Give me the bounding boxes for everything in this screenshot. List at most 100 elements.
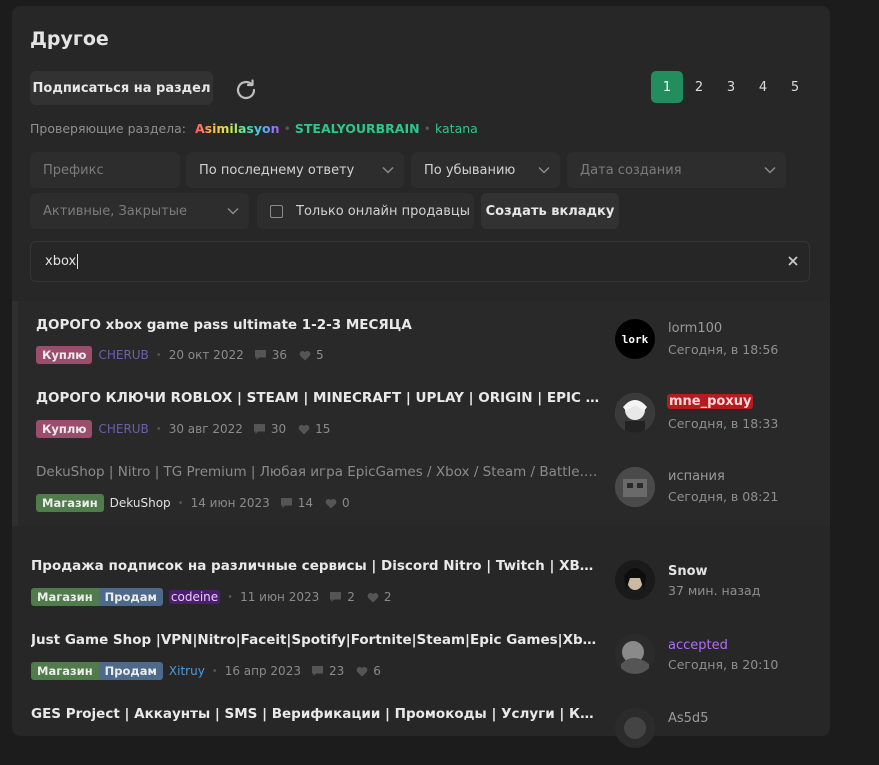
thread-date: 30 авг 2022 <box>168 422 243 436</box>
reviewers-label: Проверяющие раздела: <box>30 121 187 136</box>
prefix-tag[interactable]: Куплю <box>36 420 93 438</box>
page-3-button[interactable]: 3 <box>715 71 747 103</box>
page-1-button[interactable]: 1 <box>651 71 683 103</box>
thread-date: 20 окт 2022 <box>168 348 244 362</box>
search-input[interactable]: xbox <box>30 241 810 282</box>
reply-count: 23 <box>328 664 345 678</box>
heart-icon <box>367 592 379 603</box>
prefix-tag[interactable]: Магазин <box>31 662 99 680</box>
comment-icon <box>311 665 324 677</box>
avatar[interactable] <box>615 634 655 674</box>
last-post-date[interactable]: Сегодня, в 18:56 <box>668 342 778 357</box>
order-select[interactable]: По убыванию <box>411 152 560 188</box>
last-post-date[interactable]: 37 мин. назад <box>668 583 760 598</box>
thread-row[interactable]: ДОРОГО КЛЮЧИ ROBLOX | STEAM | MINECRAFT … <box>0 375 830 449</box>
last-poster[interactable]: As5d5 <box>668 711 708 726</box>
comment-icon <box>254 349 267 361</box>
thread-title[interactable]: ДОРОГО КЛЮЧИ ROBLOX | STEAM | MINECRAFT … <box>36 390 602 406</box>
reply-count: 30 <box>270 422 287 436</box>
comment-icon <box>253 423 266 435</box>
chevron-down-icon <box>538 166 550 174</box>
checkbox-box[interactable] <box>270 204 283 218</box>
chevron-down-icon <box>764 166 776 174</box>
pagination: 1 2 3 4 5 <box>651 71 811 103</box>
prefix-tag[interactable]: Продам <box>98 588 163 606</box>
like-count: 0 <box>342 496 350 510</box>
thread-author[interactable]: codeine <box>168 590 221 604</box>
svg-text:lork: lork <box>622 333 649 346</box>
clear-icon[interactable] <box>787 255 799 267</box>
last-poster[interactable]: испания <box>668 469 725 484</box>
subscribe-button[interactable]: Подписаться на раздел <box>30 71 213 105</box>
thread-row[interactable]: Продажа подписок на различные сервисы | … <box>0 543 830 617</box>
search-value: xbox <box>45 254 77 269</box>
chevron-down-icon <box>227 207 239 215</box>
comment-icon <box>280 497 293 509</box>
prefix-tag[interactable]: Магазин <box>31 588 99 606</box>
heart-icon <box>298 424 310 435</box>
like-count: 6 <box>373 664 381 678</box>
prefix-placeholder: Префикс <box>43 162 104 178</box>
thread-title[interactable]: Just Game Shop |VPN|Nitro|Faceit|Spotify… <box>31 632 602 648</box>
thread-author[interactable]: DekuShop <box>110 496 171 510</box>
thread-row[interactable]: DekuShop | Nitro | TG Premium | Любая иг… <box>0 449 830 523</box>
thread-row[interactable]: GES Project | Аккаунты | SMS | Верификац… <box>0 691 830 765</box>
order-value: По убыванию <box>424 162 516 178</box>
like-count: 5 <box>316 348 324 362</box>
page-5-button[interactable]: 5 <box>779 71 811 103</box>
last-post-date[interactable]: Сегодня, в 08:21 <box>668 489 778 504</box>
thread-title[interactable]: ДОРОГО xbox game pass ultimate 1-2-3 МЕС… <box>36 317 596 333</box>
reviewer-link[interactable]: Asimilasyon <box>195 121 280 136</box>
thread-date: 11 июн 2023 <box>240 590 320 604</box>
status-select[interactable]: Активные, Закрытые <box>30 193 249 229</box>
prefix-tag[interactable]: Продам <box>98 662 163 680</box>
page-4-button[interactable]: 4 <box>747 71 779 103</box>
last-poster[interactable]: accepted <box>668 638 728 653</box>
prefix-tag[interactable]: Магазин <box>36 494 104 512</box>
last-post-date[interactable]: Сегодня, в 18:33 <box>668 416 778 431</box>
avatar[interactable] <box>615 560 655 600</box>
date-select[interactable]: Дата создания <box>567 152 786 188</box>
create-tab-button[interactable]: Создать вкладку <box>481 193 619 229</box>
last-post-date[interactable]: Сегодня, в 20:10 <box>668 657 778 672</box>
thread-date: 14 июн 2023 <box>190 496 270 510</box>
avatar[interactable] <box>615 393 655 433</box>
heart-icon <box>325 498 337 509</box>
thread-author[interactable]: CHERUB <box>98 422 148 436</box>
last-poster[interactable]: lorm100 <box>668 321 722 336</box>
heart-icon <box>299 350 311 361</box>
comment-icon <box>329 591 342 603</box>
heart-icon <box>356 666 368 677</box>
date-placeholder: Дата создания <box>580 162 682 178</box>
thread-title[interactable]: GES Project | Аккаунты | SMS | Верификац… <box>31 706 602 722</box>
chevron-down-icon <box>382 166 394 174</box>
last-poster-name[interactable]: mne_poxuy <box>667 394 754 409</box>
thread-title[interactable]: Продажа подписок на различные сервисы | … <box>31 558 602 574</box>
reply-count: 2 <box>347 590 355 604</box>
thread-author[interactable]: Xitruy <box>169 664 205 678</box>
thread-author[interactable]: CHERUB <box>98 348 148 362</box>
prefix-select[interactable]: Префикс <box>30 152 180 188</box>
like-count: 15 <box>315 422 331 436</box>
page-title: Другое <box>30 28 109 50</box>
thread-row[interactable]: Just Game Shop |VPN|Nitro|Faceit|Spotify… <box>0 617 830 691</box>
last-poster[interactable]: Snow <box>668 564 708 579</box>
refresh-icon[interactable] <box>233 77 259 103</box>
sort-by-select[interactable]: По последнему ответу <box>186 152 404 188</box>
thread-date: 16 апр 2023 <box>224 664 301 678</box>
avatar[interactable] <box>615 467 655 507</box>
like-count: 2 <box>383 590 392 604</box>
last-poster[interactable]: mne_poxuy <box>667 394 754 409</box>
section-reviewers: Проверяющие раздела: Asimilasyon • STEALYO… <box>30 121 478 136</box>
status-value: Активные, Закрытые <box>43 203 187 219</box>
reviewer-link[interactable]: STEALYOURBRAIN <box>295 121 420 136</box>
thread-row[interactable]: ДОРОГО xbox game pass ultimate 1-2-3 МЕС… <box>0 301 830 375</box>
prefix-tag[interactable]: Куплю <box>36 346 93 364</box>
avatar[interactable] <box>615 708 655 748</box>
reviewer-link[interactable]: katana <box>435 121 478 136</box>
thread-title[interactable]: DekuShop | Nitro | TG Premium | Любая иг… <box>36 464 602 480</box>
online-sellers-checkbox[interactable]: Только онлайн продавцы <box>257 193 474 229</box>
page-2-button[interactable]: 2 <box>683 71 715 103</box>
sort-by-value: По последнему ответу <box>199 162 355 178</box>
avatar[interactable]: lork <box>615 319 655 359</box>
